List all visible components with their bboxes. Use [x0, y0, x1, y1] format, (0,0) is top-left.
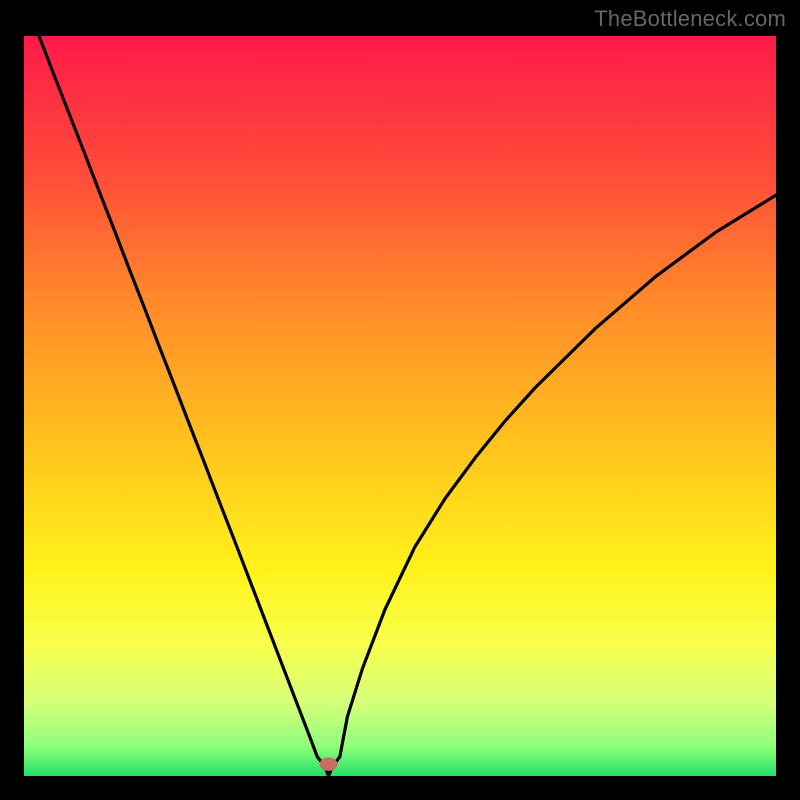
optimal-point-marker: [320, 758, 338, 771]
plot-area: [24, 36, 776, 776]
gradient-background: [24, 36, 776, 776]
bottleneck-chart: [24, 36, 776, 776]
watermark-text: TheBottleneck.com: [594, 6, 786, 32]
chart-frame: TheBottleneck.com: [0, 0, 800, 800]
